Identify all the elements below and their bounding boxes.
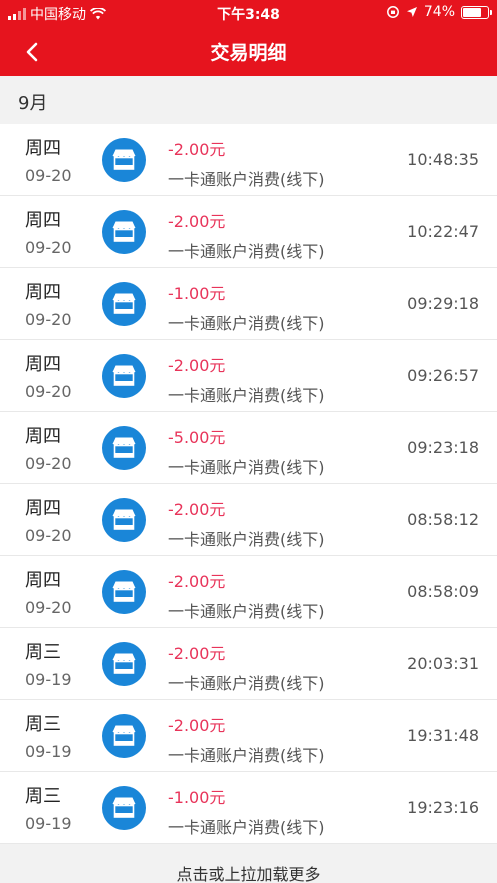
transaction-amount: -1.00元 bbox=[168, 788, 226, 807]
transaction-weekday: 周四 bbox=[25, 354, 61, 375]
transaction-description: 一卡通账户消费(线下) bbox=[168, 602, 325, 621]
transaction-row[interactable]: 周四 09-20 -2.00元 一卡通账户消费(线下) 09:26:57 bbox=[0, 340, 497, 412]
status-bar: 中国移动 下午3:48 74% bbox=[0, 0, 497, 26]
transaction-row[interactable]: 周四 09-20 -2.00元 一卡通账户消费(线下) 08:58:12 bbox=[0, 484, 497, 556]
transaction-description: 一卡通账户消费(线下) bbox=[168, 746, 325, 765]
transaction-amount: -2.00元 bbox=[168, 716, 226, 735]
transaction-time: 08:58:09 bbox=[407, 582, 479, 601]
rotation-lock-icon bbox=[386, 6, 399, 18]
transaction-weekday: 周四 bbox=[25, 138, 61, 159]
transaction-amount: -2.00元 bbox=[168, 212, 226, 231]
transaction-time: 10:48:35 bbox=[407, 150, 479, 169]
transaction-time: 09:29:18 bbox=[407, 294, 479, 313]
page-title: 交易明细 bbox=[210, 42, 287, 64]
transaction-weekday: 周三 bbox=[25, 786, 61, 807]
transaction-weekday: 周三 bbox=[25, 714, 61, 735]
transaction-row[interactable]: 周三 09-19 -2.00元 一卡通账户消费(线下) 19:31:48 bbox=[0, 700, 497, 772]
store-icon bbox=[102, 426, 146, 470]
transaction-date: 09-20 bbox=[25, 526, 72, 545]
transaction-amount: -2.00元 bbox=[168, 356, 226, 375]
transaction-date: 09-20 bbox=[25, 598, 72, 617]
transaction-description: 一卡通账户消费(线下) bbox=[168, 674, 325, 693]
store-icon bbox=[102, 642, 146, 686]
transaction-time: 08:58:12 bbox=[407, 510, 479, 529]
battery-level bbox=[463, 7, 481, 17]
transaction-description: 一卡通账户消费(线下) bbox=[168, 314, 325, 333]
transaction-description: 一卡通账户消费(线下) bbox=[168, 818, 325, 837]
transaction-date: 09-20 bbox=[25, 238, 72, 257]
nav-bar: 交易明细 bbox=[0, 26, 497, 76]
transaction-date: 09-19 bbox=[25, 814, 72, 833]
store-icon bbox=[102, 786, 146, 830]
transaction-date: 09-20 bbox=[25, 454, 72, 473]
month-label: 9月 bbox=[18, 93, 48, 114]
store-icon bbox=[102, 714, 146, 758]
store-icon bbox=[102, 282, 146, 326]
transaction-weekday: 周四 bbox=[25, 498, 61, 519]
transaction-date: 09-19 bbox=[25, 670, 72, 689]
store-icon bbox=[102, 498, 146, 542]
store-icon bbox=[102, 210, 146, 254]
transaction-date: 09-20 bbox=[25, 166, 72, 185]
transaction-weekday: 周三 bbox=[25, 642, 61, 663]
month-header: 9月 bbox=[0, 76, 497, 124]
load-more-button[interactable]: 点击或上拉加载更多 bbox=[0, 844, 497, 883]
transaction-description: 一卡通账户消费(线下) bbox=[168, 242, 325, 261]
transaction-amount: -2.00元 bbox=[168, 500, 226, 519]
battery-percent: 74% bbox=[423, 4, 455, 20]
transaction-description: 一卡通账户消费(线下) bbox=[168, 530, 325, 549]
transaction-amount: -1.00元 bbox=[168, 284, 226, 303]
transaction-row[interactable]: 周四 09-20 -1.00元 一卡通账户消费(线下) 09:29:18 bbox=[0, 268, 497, 340]
transaction-weekday: 周四 bbox=[25, 210, 61, 231]
transaction-time: 19:23:16 bbox=[407, 798, 479, 817]
transaction-description: 一卡通账户消费(线下) bbox=[168, 458, 325, 477]
location-icon bbox=[406, 7, 417, 17]
transaction-amount: -2.00元 bbox=[168, 572, 226, 591]
transaction-row[interactable]: 周四 09-20 -2.00元 一卡通账户消费(线下) 10:22:47 bbox=[0, 196, 497, 268]
transaction-row[interactable]: 周三 09-19 -1.00元 一卡通账户消费(线下) 19:23:16 bbox=[0, 772, 497, 844]
transaction-weekday: 周四 bbox=[25, 282, 61, 303]
transaction-description: 一卡通账户消费(线下) bbox=[168, 386, 325, 405]
transaction-description: 一卡通账户消费(线下) bbox=[168, 170, 325, 189]
transaction-time: 09:26:57 bbox=[407, 366, 479, 385]
transaction-amount: -2.00元 bbox=[168, 140, 226, 159]
transaction-date: 09-20 bbox=[25, 382, 72, 401]
transaction-date: 09-19 bbox=[25, 742, 72, 761]
transaction-time: 10:22:47 bbox=[407, 222, 479, 241]
transaction-list: 周四 09-20 -2.00元 一卡通账户消费(线下) 10:48:35 周四 … bbox=[0, 124, 497, 844]
transaction-row[interactable]: 周四 09-20 -2.00元 一卡通账户消费(线下) 08:58:09 bbox=[0, 556, 497, 628]
transaction-time: 20:03:31 bbox=[407, 654, 479, 673]
transaction-weekday: 周四 bbox=[25, 426, 61, 447]
transaction-time: 09:23:18 bbox=[407, 438, 479, 457]
store-icon bbox=[102, 570, 146, 614]
transaction-amount: -5.00元 bbox=[168, 428, 226, 447]
transaction-amount: -2.00元 bbox=[168, 644, 226, 663]
transaction-row[interactable]: 周四 09-20 -5.00元 一卡通账户消费(线下) 09:23:18 bbox=[0, 412, 497, 484]
transaction-row[interactable]: 周四 09-20 -2.00元 一卡通账户消费(线下) 10:48:35 bbox=[0, 124, 497, 196]
transaction-weekday: 周四 bbox=[25, 570, 61, 591]
store-icon bbox=[102, 354, 146, 398]
battery-icon bbox=[461, 5, 492, 19]
transaction-time: 19:31:48 bbox=[407, 726, 479, 745]
store-icon bbox=[102, 138, 146, 182]
transaction-date: 09-20 bbox=[25, 310, 72, 329]
transaction-row[interactable]: 周三 09-19 -2.00元 一卡通账户消费(线下) 20:03:31 bbox=[0, 628, 497, 700]
